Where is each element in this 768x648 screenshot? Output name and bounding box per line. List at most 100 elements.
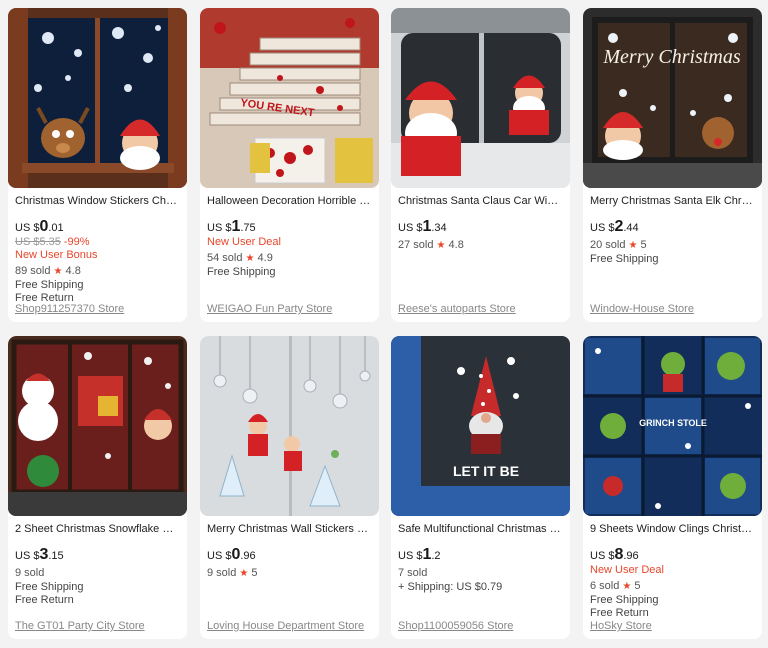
sold-count: 27 sold	[398, 239, 434, 251]
rating-value: 5	[634, 580, 641, 592]
original-price: US $5.35	[15, 236, 61, 248]
product-price: US $1.75	[207, 218, 372, 236]
promo-label: New User Bonus	[15, 249, 98, 261]
price-decimal: .01	[48, 222, 64, 234]
product-card[interactable]: GRINCH STOLE 9 Sheets Window Clings Chri…	[583, 336, 762, 639]
rating-value: 4.9	[257, 252, 273, 264]
shipping-info: + Shipping: US $0.79	[398, 581, 503, 593]
product-card[interactable]: Merry Christmas Merry Christmas Santa El…	[583, 8, 762, 322]
original-price-row: US $5.35 -99%	[15, 236, 180, 249]
image-caption: GRINCH STOLE	[639, 418, 707, 428]
sold-count: 7 sold	[398, 567, 428, 579]
price-currency: US $	[15, 222, 40, 234]
product-price: US $8.96	[590, 546, 755, 564]
store-link[interactable]: Shop1100059056 Store	[398, 620, 513, 633]
star-icon: ★	[239, 568, 249, 579]
sold-count: 9 sold	[15, 567, 45, 579]
product-price: US $3.15	[15, 546, 180, 564]
price-decimal: .34	[431, 222, 447, 234]
rating-value: 4.8	[448, 239, 464, 251]
sold-rating-row: 20 sold ★ 5	[590, 238, 755, 253]
star-icon: ★	[436, 240, 446, 251]
store-link[interactable]: Reese's autoparts Store	[398, 303, 516, 316]
price-decimal: .96	[623, 550, 639, 562]
product-card[interactable]: Christmas Santa Claus Car Windo... US $1…	[391, 8, 570, 322]
product-price: US $0.01	[15, 218, 180, 236]
halloween-stairs-image[interactable]: YOU RE NEXT	[200, 8, 379, 188]
product-card[interactable]: YOU RE NEXT Halloween Decoration Horribl…	[200, 8, 379, 322]
store-link[interactable]: Loving House Department Store	[207, 620, 364, 633]
price-decimal: .15	[48, 550, 64, 562]
sold-count: 20 sold	[590, 239, 626, 251]
star-icon: ★	[628, 240, 638, 251]
star-icon: ★	[245, 253, 255, 264]
grinch-clings-image[interactable]: GRINCH STOLE	[583, 336, 762, 516]
sold-rating-row: 54 sold ★ 4.9	[207, 251, 372, 266]
christmas-window-image[interactable]	[8, 8, 187, 188]
sold-rating-row: 27 sold ★ 4.8	[398, 238, 563, 253]
image-caption: LET IT BE	[453, 463, 519, 479]
price-currency: US $	[15, 550, 40, 562]
shipping-info: Free Shipping	[207, 266, 276, 278]
shipping-info: Free Shipping	[590, 594, 659, 606]
promo-label: New User Deal	[207, 236, 281, 248]
store-link[interactable]: The GT01 Party City Store	[15, 620, 145, 633]
sold-count: 9 sold	[207, 567, 237, 579]
sold-count: 6 sold	[590, 580, 620, 592]
rating-value: 5	[251, 567, 258, 579]
star-icon: ★	[622, 581, 632, 592]
price-currency: US $	[207, 550, 232, 562]
product-price: US $0.96	[207, 546, 372, 564]
product-card[interactable]: Merry Christmas Wall Stickers Sant... US…	[200, 336, 379, 639]
product-title[interactable]: Halloween Decoration Horrible Blo...	[207, 194, 372, 208]
wall-stickers-image[interactable]	[200, 336, 379, 516]
image-caption: Merry Christmas	[602, 46, 740, 68]
price-currency: US $	[398, 550, 423, 562]
product-price: US $1.34	[398, 218, 563, 236]
price-decimal: .75	[240, 222, 256, 234]
price-decimal: .44	[623, 222, 639, 234]
merry-christmas-window-image[interactable]: Merry Christmas	[583, 8, 762, 188]
product-price: US $1.2	[398, 546, 563, 564]
price-currency: US $	[590, 222, 615, 234]
store-link[interactable]: HoSky Store	[590, 620, 652, 633]
sold-count: 89 sold	[15, 265, 51, 277]
santa-car-image[interactable]	[391, 8, 570, 188]
product-card[interactable]: Christmas Window Stickers Christ... US $…	[8, 8, 187, 322]
price-decimal: .2	[431, 550, 441, 562]
product-title[interactable]: Christmas Window Stickers Christ...	[15, 194, 180, 208]
store-link[interactable]: Window-House Store	[590, 303, 694, 316]
store-link[interactable]: WEIGAO Fun Party Store	[207, 303, 332, 316]
return-info: Free Return	[15, 594, 74, 606]
product-price: US $2.44	[590, 218, 755, 236]
price-currency: US $	[590, 550, 615, 562]
sold-rating-row: 6 sold ★ 5	[590, 579, 755, 594]
shipping-info: Free Shipping	[15, 279, 84, 291]
rating-value: 4.8	[65, 265, 81, 277]
shipping-info: Free Shipping	[590, 253, 659, 265]
snowflake-shop-window-image[interactable]	[8, 336, 187, 516]
promo-label: New User Deal	[590, 564, 664, 576]
store-link[interactable]: Shop911257370 Store	[15, 303, 124, 316]
product-title[interactable]: 9 Sheets Window Clings Christmas...	[590, 522, 755, 536]
product-title[interactable]: 2 Sheet Christmas Snowflake Wind...	[15, 522, 180, 536]
product-title[interactable]: Merry Christmas Wall Stickers Sant...	[207, 522, 372, 536]
star-icon: ★	[53, 266, 63, 277]
product-card[interactable]: LET IT BE Safe Multifunctional Christmas…	[391, 336, 570, 639]
product-grid: Christmas Window Stickers Christ... US $…	[0, 0, 768, 648]
shipping-info: Free Shipping	[15, 581, 84, 593]
price-decimal: .96	[240, 550, 256, 562]
rating-value: 5	[640, 239, 647, 251]
return-info: Free Return	[590, 607, 649, 619]
sold-count: 54 sold	[207, 252, 243, 264]
discount-badge: -99%	[63, 236, 90, 248]
price-currency: US $	[398, 222, 423, 234]
sold-rating-row: 89 sold ★ 4.8	[15, 264, 180, 279]
product-card[interactable]: 2 Sheet Christmas Snowflake Wind... US $…	[8, 336, 187, 639]
product-title[interactable]: Merry Christmas Santa Elk Christm...	[590, 194, 755, 208]
price-currency: US $	[207, 222, 232, 234]
sold-rating-row: 9 sold ★ 5	[207, 566, 372, 581]
product-title[interactable]: Safe Multifunctional Christmas Gn...	[398, 522, 563, 536]
product-title[interactable]: Christmas Santa Claus Car Windo...	[398, 194, 563, 208]
gnome-car-image[interactable]: LET IT BE	[391, 336, 570, 516]
